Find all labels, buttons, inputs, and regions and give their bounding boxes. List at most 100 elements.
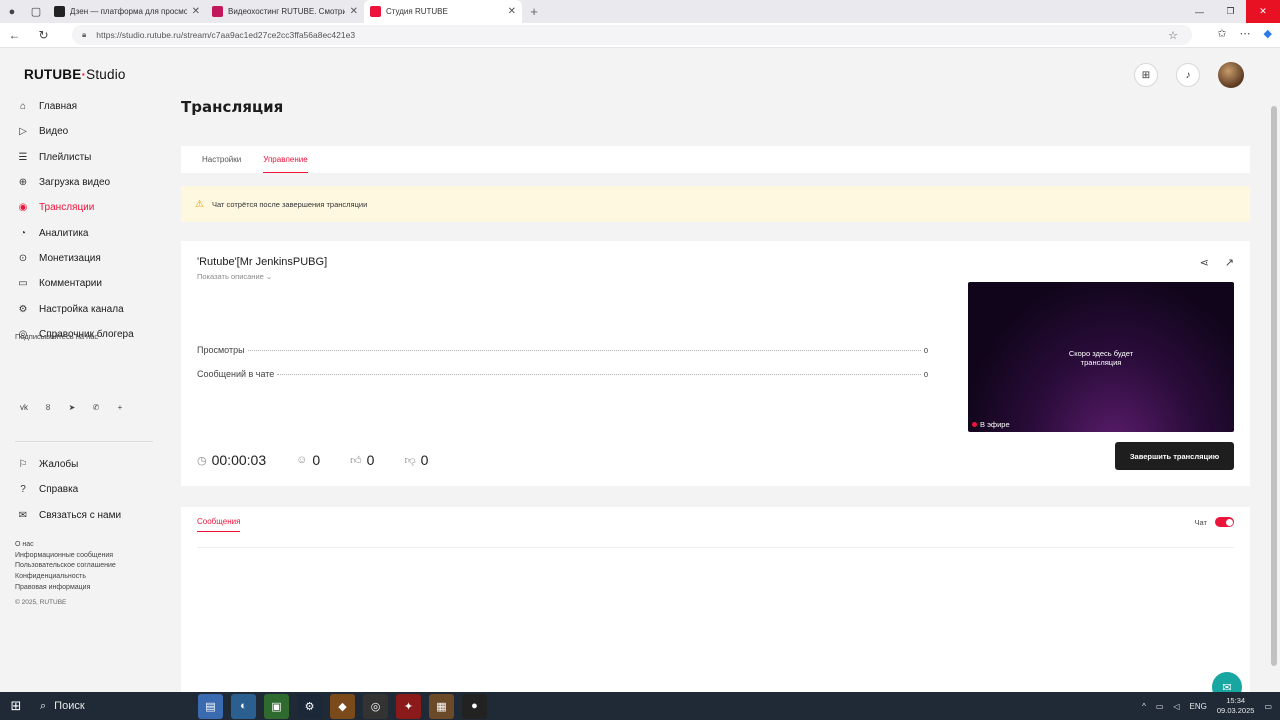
close-tab-icon[interactable]: ✕: [350, 6, 358, 17]
viber-icon[interactable]: ✆: [87, 398, 105, 416]
sidebar-item-video[interactable]: ▷Видео: [0, 119, 155, 144]
windows-taskbar: ⊞ ⌕ Поиск ▤ ◐ ▣ ⚙ ◆ ◎ ✦ ▦ ● ^ ▭ ◁ ENG 15…: [0, 692, 1280, 720]
volume-icon[interactable]: ◁: [1173, 702, 1179, 711]
sidebar-item-upload[interactable]: ⊕Загрузка видео: [0, 170, 155, 195]
obs-icon[interactable]: ◎: [363, 694, 388, 719]
likes-value: 0: [367, 452, 375, 468]
viewers-counter: ☺ 0: [296, 452, 320, 468]
stream-preview[interactable]: Скоро здесь будет трансляция В эфире: [968, 282, 1234, 432]
sidebar-item-mail[interactable]: ✉Связаться с нами: [0, 503, 155, 528]
footer-link[interactable]: Конфиденциальность: [15, 572, 116, 583]
tab-management[interactable]: Управление: [263, 146, 307, 173]
notifications-icon[interactable]: ▭: [1264, 702, 1272, 711]
sidebar-item-analytics[interactable]: ◔Аналитика: [0, 220, 155, 245]
recording-app-icon[interactable]: ●: [462, 694, 487, 719]
game-icon[interactable]: ▦: [429, 694, 454, 719]
close-tab-icon[interactable]: ✕: [508, 6, 516, 17]
favorites-icon[interactable]: ✩: [1217, 27, 1226, 40]
url-field[interactable]: 🔒︎ https://studio.rutube.ru/stream/c7aa9…: [72, 25, 1192, 45]
browser-tab-rutube[interactable]: Видеохостинг RUTUBE. Смотрит ✕: [206, 0, 364, 23]
page-title: Трансляция: [181, 98, 283, 116]
taskbar-search-label: Поиск: [54, 700, 84, 712]
network-icon[interactable]: ▭: [1156, 702, 1164, 711]
reload-icon[interactable]: ↻: [29, 28, 58, 42]
sidebar-item-label: Монетизация: [39, 253, 101, 264]
viewers-icon: ☺: [296, 454, 307, 466]
page-scrollbar[interactable]: [1270, 96, 1278, 671]
live-label: В эфире: [980, 420, 1010, 429]
language-indicator[interactable]: ENG: [1190, 702, 1207, 711]
share-icon[interactable]: ⋖: [1200, 256, 1209, 269]
tab-messages[interactable]: Сообщения: [197, 517, 240, 532]
sidebar-item-home[interactable]: ⌂ Главная: [0, 94, 155, 119]
analytics-icon: ◔: [17, 228, 29, 239]
sidebar-item-flag[interactable]: ⚐Жалобы: [0, 452, 155, 477]
browser-tab-studio[interactable]: Студия RUTUBE ✕: [364, 0, 522, 23]
chat-toggle[interactable]: [1215, 517, 1234, 527]
warning-text: Чат сотрётся после завершения трансляции: [212, 200, 367, 209]
logo-sub-text: Studio: [86, 67, 125, 82]
sidebar-item-broadcast[interactable]: ◉Трансляции: [0, 195, 155, 220]
end-stream-button[interactable]: Завершить трансляцию: [1115, 442, 1234, 470]
home-icon: ⌂: [17, 101, 29, 112]
playlist-icon: ☰: [17, 152, 29, 163]
footer-link[interactable]: Правовая информация: [15, 583, 116, 594]
minimize-icon[interactable]: —: [1184, 0, 1215, 23]
page-tabs: Настройки Управление: [181, 146, 1250, 173]
tab-title: Дзен — платформа для просмот: [70, 7, 187, 16]
show-description-link[interactable]: Показать описание ⌄: [197, 272, 272, 281]
ok-icon[interactable]: ȣ: [39, 398, 57, 416]
footer-link[interactable]: О нас: [15, 540, 116, 551]
tab-actions-icon[interactable]: ▢: [24, 0, 48, 23]
sidebar-item-label: Видео: [39, 126, 68, 137]
stat-value: 0: [924, 370, 928, 379]
thumbs-down-icon: 👎︎: [404, 454, 415, 467]
tray-expand-icon[interactable]: ^: [1142, 702, 1146, 711]
menu-dots-icon[interactable]: ⋯: [1240, 27, 1251, 40]
browser-tab-dzen[interactable]: Дзен — платформа для просмот ✕: [48, 0, 206, 23]
scrollbar-thumb[interactable]: [1271, 106, 1277, 666]
file-explorer-icon[interactable]: ▤: [198, 694, 223, 719]
footer-link[interactable]: Пользовательское соглашение: [15, 561, 116, 572]
new-tab-button[interactable]: +: [522, 4, 546, 19]
steam-icon[interactable]: ⚙: [297, 694, 322, 719]
back-icon[interactable]: ←: [0, 28, 29, 42]
sidebar-item-settings[interactable]: ⚙Настройка канала: [0, 296, 155, 321]
profile-icon[interactable]: ●: [0, 0, 24, 23]
lock-icon[interactable]: 🔒︎: [82, 30, 86, 40]
vk-icon[interactable]: vk: [15, 398, 33, 416]
broadcast-icon: ◉: [17, 202, 29, 213]
sidebar-item-help[interactable]: ?Справка: [0, 477, 155, 502]
notifications-bell-icon[interactable]: ♪: [1176, 63, 1200, 87]
sidebar-item-playlist[interactable]: ☰Плейлисты: [0, 145, 155, 170]
sidebar-item-label: Главная: [39, 101, 77, 112]
live-dot-icon: [972, 422, 977, 427]
chat-toggle-group: Чат: [1195, 517, 1234, 527]
copilot-icon[interactable]: ◆: [1264, 27, 1272, 40]
sidebar-item-monetization[interactable]: ⊙Монетизация: [0, 246, 155, 271]
edge-browser-icon[interactable]: ◐: [231, 694, 256, 719]
rutube-studio-logo[interactable]: RUTUBE·Studio: [24, 67, 126, 82]
open-external-icon[interactable]: ↗: [1225, 256, 1234, 269]
telegram-icon[interactable]: ➤: [63, 398, 81, 416]
close-tab-icon[interactable]: ✕: [192, 6, 200, 17]
maximize-icon[interactable]: ❐: [1215, 0, 1246, 23]
app-icon[interactable]: ✦: [396, 694, 421, 719]
taskbar-search[interactable]: ⌕ Поиск: [32, 692, 172, 720]
more-icon[interactable]: +: [111, 398, 129, 416]
avatar[interactable]: [1218, 62, 1244, 88]
bookmark-star-icon[interactable]: ☆: [1168, 29, 1178, 42]
windows-start-icon[interactable]: ⊞: [0, 692, 32, 720]
close-window-icon[interactable]: ✕: [1246, 0, 1280, 23]
add-content-icon[interactable]: ⊞: [1134, 63, 1158, 87]
tab-settings[interactable]: Настройки: [202, 146, 241, 173]
nvidia-icon[interactable]: ▣: [264, 694, 289, 719]
footer-link[interactable]: Информационные сообщения: [15, 551, 116, 562]
address-bar: ← ↻ 🔒︎ https://studio.rutube.ru/stream/c…: [0, 23, 1280, 48]
app-icon[interactable]: ◆: [330, 694, 355, 719]
clock-date: 09.03.2025: [1217, 706, 1255, 716]
sidebar-item-comments[interactable]: ▭Комментарии: [0, 271, 155, 296]
warning-triangle-icon: ⚠: [195, 199, 204, 210]
copyright: © 2025, RUTUBE: [15, 599, 66, 606]
taskbar-clock[interactable]: 15:34 09.03.2025: [1217, 696, 1255, 716]
